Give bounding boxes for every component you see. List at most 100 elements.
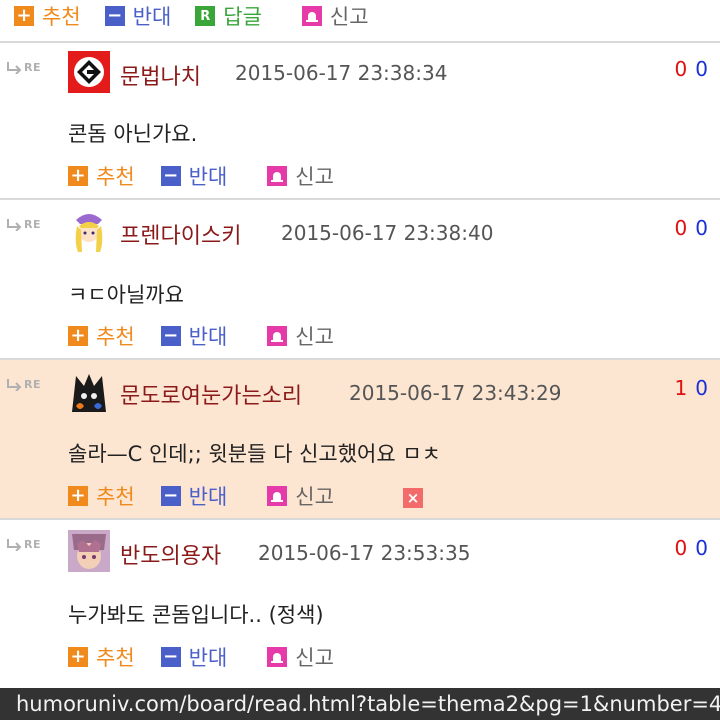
reply-r-icon: R [195,6,216,26]
re-label: RE [24,61,41,74]
downvote-count: 0 [695,216,708,240]
oppose-button[interactable]: − 반대 [160,321,228,351]
reply-label: 답글 [223,5,262,29]
report-button[interactable]: 신고 [267,161,334,191]
upvote-count: 0 [674,57,688,81]
oppose-button[interactable]: − 반대 [160,642,228,672]
comment-date: 2015-06-17 23:53:35 [258,541,471,565]
comment-date: 2015-06-17 23:38:34 [235,61,448,85]
reply-arrow-icon [7,378,22,391]
minus-icon: − [104,6,125,26]
report-label: 신고 [329,5,369,29]
report-siren-icon [267,326,288,346]
oppose-label: 반대 [188,165,228,189]
upvote-count: 1 [674,376,688,400]
plus-icon: + [68,326,88,346]
report-button[interactable]: 신고 [267,481,334,511]
comment-author[interactable]: 반도의용자 [120,538,221,570]
reply-arrow-icon [7,218,22,231]
comment-actions: + 추천 − 반대 신고 [68,642,334,672]
avatar[interactable] [68,370,110,412]
minus-icon: − [160,326,181,346]
oppose-label: 반대 [188,325,228,349]
recommend-button[interactable]: + 추천 [68,321,135,351]
oppose-label: 반대 [188,485,228,509]
comment-body: ㅋㄷ아닐까요 [68,283,184,307]
recommend-button[interactable]: + 추천 [68,481,135,511]
comment-body: 솔라—C 인데;; 윗분들 다 신고했어요 ㅁㅊ [68,442,441,466]
minus-icon: − [160,166,181,186]
vote-counts: 10 [675,376,708,400]
reply-indicator: RE [6,378,41,391]
reply-indicator: RE [6,218,41,231]
avatar[interactable] [68,530,110,572]
minus-icon: − [160,486,181,506]
recommend-button[interactable]: + 추천 [68,642,135,672]
comment-item-highlighted: RE 문도로여눈가는소리 2015-06-17 23:43:29 10 솔라—C… [0,360,720,518]
downvote-count: 0 [695,376,708,400]
oppose-button[interactable]: − 반대 [104,1,172,31]
reply-indicator: RE [6,61,41,74]
comment-actions: + 추천 − 반대 신고 [68,321,334,351]
comment-date: 2015-06-17 23:38:40 [281,221,494,245]
report-label: 신고 [295,165,334,189]
reply-arrow-icon [7,61,22,74]
reply-indicator: RE [6,538,41,551]
minus-icon: − [160,647,181,667]
report-siren-icon [301,6,322,26]
reply-button[interactable]: R 답글 [195,1,262,31]
avatar[interactable] [68,210,110,252]
reply-arrow-icon [7,538,22,551]
recommend-button[interactable]: + 추천 [14,1,81,31]
recommend-label: 추천 [96,646,135,670]
comment-item: RE 프렌다이스키 2015-06-17 23:38:40 00 ㅋㄷ아닐까요 … [0,200,720,358]
comment-date: 2015-06-17 23:43:29 [349,381,562,405]
report-siren-icon [267,166,288,186]
report-siren-icon [267,486,288,506]
recommend-label: 추천 [96,485,135,509]
comment-item: RE 문법나치 2015-06-17 23:38:34 00 콘돔 아닌가요. … [0,43,720,198]
re-label: RE [24,378,41,391]
report-button[interactable]: 신고 [267,321,334,351]
re-label: RE [24,218,41,231]
comment-author[interactable]: 문법나치 [120,59,201,91]
report-button[interactable]: 신고 [301,1,369,31]
recommend-label: 추천 [42,5,81,29]
vote-counts: 00 [675,57,708,81]
oppose-label: 반대 [132,5,172,29]
comment-body: 누가봐도 콘돔입니다.. (정색) [68,603,324,627]
recommend-label: 추천 [96,165,135,189]
url-text: humoruniv.com/board/read.html?table=them… [16,692,720,716]
plus-icon: + [14,6,34,26]
report-label: 신고 [295,646,334,670]
upvote-count: 0 [674,216,688,240]
downvote-count: 0 [695,536,708,560]
oppose-label: 반대 [188,646,228,670]
delete-x-icon[interactable]: × [403,488,423,508]
plus-icon: + [68,166,88,186]
recommend-button[interactable]: + 추천 [68,161,135,191]
comment-item: RE 반도의용자 2015-06-17 23:53:35 00 누가봐도 콘돔입… [0,520,720,688]
report-label: 신고 [295,485,334,509]
comment-actions: + 추천 − 반대 신고 [68,481,334,511]
oppose-button[interactable]: − 반대 [160,161,228,191]
vote-counts: 00 [675,536,708,560]
plus-icon: + [68,647,88,667]
report-button[interactable]: 신고 [267,642,334,672]
comment-author[interactable]: 프렌다이스키 [120,218,241,250]
comment-actions: + 추천 − 반대 신고 [68,161,334,191]
comment-body: 콘돔 아닌가요. [68,122,198,146]
url-bar[interactable]: humoruniv.com/board/read.html?table=them… [0,688,720,720]
comment-author[interactable]: 문도로여눈가는소리 [120,378,302,410]
report-siren-icon [267,647,288,667]
upvote-count: 0 [674,536,688,560]
top-action-bar: + 추천 − 반대 R 답글 신고 [14,1,369,31]
avatar[interactable] [68,51,110,93]
re-label: RE [24,538,41,551]
plus-icon: + [68,486,88,506]
oppose-button[interactable]: − 반대 [160,481,228,511]
vote-counts: 00 [675,216,708,240]
report-label: 신고 [295,325,334,349]
downvote-count: 0 [695,57,708,81]
recommend-label: 추천 [96,325,135,349]
